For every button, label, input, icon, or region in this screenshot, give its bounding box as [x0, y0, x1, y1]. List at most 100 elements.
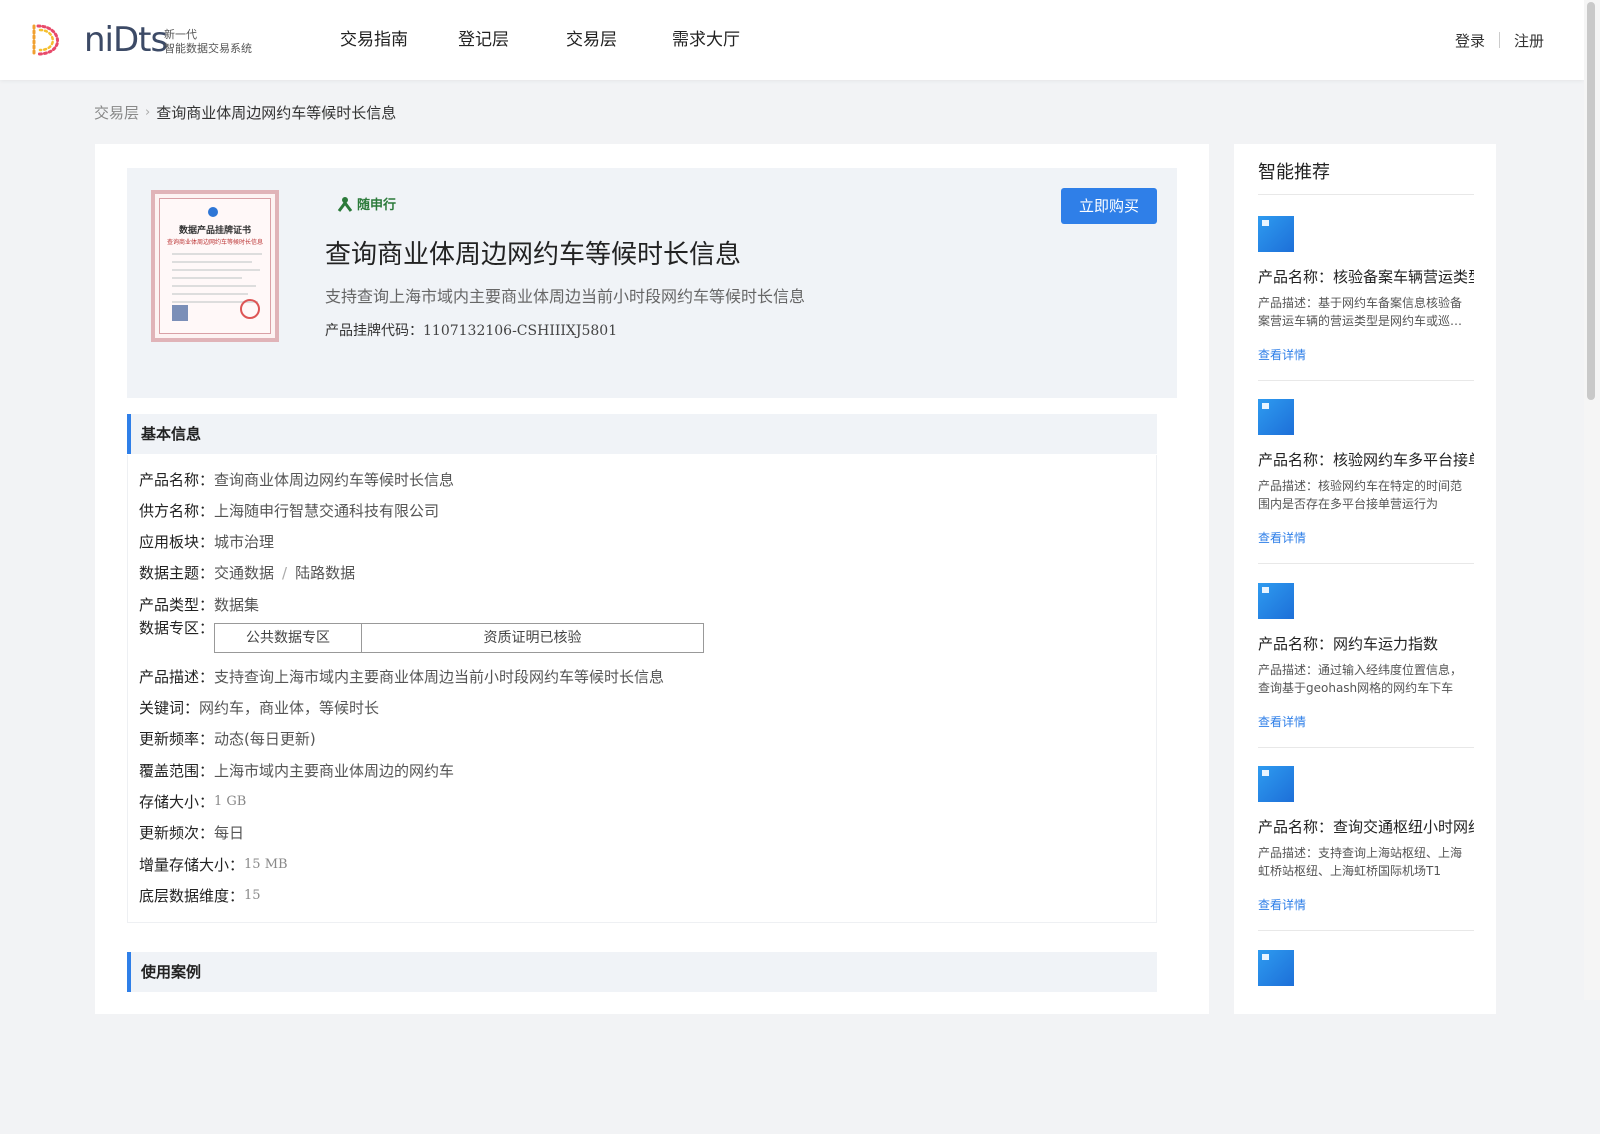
info-row-label: 产品描述： [139, 668, 215, 686]
info-row-value: 查询商业体周边网约车等候时长信息 [214, 471, 455, 489]
recommendation-name: 产品名称：网约车运力指数 [1258, 635, 1439, 653]
sidebar-divider [1258, 194, 1474, 195]
basic-info-header: 基本信息 [127, 414, 1157, 454]
register-link[interactable]: 注册 [1514, 30, 1544, 51]
sidebar-title: 智能推荐 [1258, 162, 1330, 183]
info-row-label: 供方名称： [139, 502, 215, 520]
logo-sub-line-1: 新一代 [164, 28, 197, 41]
view-details-link[interactable]: 查看详情 [1258, 896, 1306, 913]
nav-trading-layer[interactable]: 交易层 [566, 0, 672, 80]
recommendation-item[interactable]: 产品名称：查询交通枢纽小时网约车产品描述：支持查询上海站枢纽、上海虹桥站枢纽、上… [1258, 766, 1474, 950]
certificate-title: 数据产品挂牌证书 [178, 226, 251, 236]
certificate-image[interactable]: 数据产品挂牌证书 查询商业体周边网约车等候时长信息 [151, 190, 279, 342]
product-code: 产品挂牌代码：1107132106-CSHIIIXJ5801 [325, 320, 617, 340]
recommendation-item[interactable]: 产品名称：核验网约车多平台接单行为产品描述：核验网约车在特定的时间范围内是否存在… [1258, 399, 1474, 583]
info-row: 产品类型： 数据集 [139, 594, 259, 615]
info-row-label: 更新频率： [139, 730, 215, 748]
recommendation-sidebar: 智能推荐 产品名称：核验备案车辆营运类型 产品描述：基于网约车备案信息核验备案营运… [1234, 144, 1496, 1014]
recommendation-divider [1258, 747, 1474, 748]
info-row-value: 数据集 [214, 596, 260, 614]
separator: / [282, 563, 288, 582]
info-row-label: 产品名称： [139, 471, 215, 489]
view-details-link[interactable]: 查看详情 [1258, 529, 1306, 546]
main-nav: 交易指南 登记层 交易层 需求大厅 [340, 0, 772, 80]
info-row: 增量存储大小： 15 MB [139, 854, 288, 875]
view-details-link[interactable]: 查看详情 [1258, 346, 1306, 363]
info-row-label: 应用板块： [139, 533, 215, 551]
nav-trade-guide[interactable]: 交易指南 [340, 0, 458, 80]
info-row-value: 支持查询上海市域内主要商业体周边当前小时段网约车等候时长信息 [214, 668, 665, 686]
info-row: 供方名称： 上海随申行智慧交通科技有限公司 [139, 500, 439, 521]
info-row-label: 产品类型： [139, 596, 215, 614]
info-row: 产品名称： 查询商业体周边网约车等候时长信息 [139, 469, 454, 490]
supplier-brand: 随申行 [337, 194, 396, 213]
recommendation-item[interactable] [1258, 950, 1474, 1134]
breadcrumb: 交易层 › 查询商业体周边网约车等候时长信息 [94, 102, 396, 123]
info-row: 更新频率： 动态(每日更新) [139, 728, 316, 749]
auth-divider [1498, 32, 1500, 48]
basic-info-title: 基本信息 [141, 425, 202, 443]
nav-demand-hall[interactable]: 需求大厅 [672, 0, 772, 80]
info-row-value: 15 [244, 888, 261, 903]
info-row-value: 每日 [214, 824, 245, 842]
recommendation-divider [1258, 930, 1474, 931]
logo-wordmark: niDts [84, 20, 168, 60]
view-details-link[interactable]: 查看详情 [1258, 713, 1306, 730]
recommendation-description: 产品描述：基于网约车备案信息核验备案营运车辆的营运类型是网约车或巡… [1258, 296, 1463, 328]
logo-subtitle: 新一代 智能数据交易系统 [164, 28, 252, 56]
buy-now-button[interactable]: 立即购买 [1061, 188, 1157, 224]
product-thumbnail[interactable] [1258, 216, 1294, 252]
info-row-label: 数据主题： [139, 564, 215, 582]
recommendation-item[interactable]: 产品名称：核验备案车辆营运类型 产品描述：基于网约车备案信息核验备案营运车辆的营运… [1258, 216, 1474, 400]
breadcrumb-current: 查询商业体周边网约车等候时长信息 [156, 104, 397, 122]
breadcrumb-parent[interactable]: 交易层 [94, 102, 139, 123]
product-thumbnail[interactable] [1258, 766, 1294, 802]
info-row-value: 网约车，商业体，等候时长 [199, 699, 380, 717]
nav-registration-layer[interactable]: 登记层 [458, 0, 566, 80]
info-row: 产品描述： 支持查询上海市域内主要商业体周边当前小时段网约车等候时长信息 [139, 666, 664, 687]
info-row-value: 上海市域内主要商业体周边的网约车 [214, 762, 455, 780]
logo-d-icon [32, 24, 59, 56]
product-description: 支持查询上海市域内主要商业体周边当前小时段网约车等候时长信息 [325, 287, 806, 306]
recommendation-divider [1258, 563, 1474, 564]
qr-code-icon [172, 305, 188, 321]
login-link[interactable]: 登录 [1455, 30, 1485, 51]
brand-person-icon [337, 196, 353, 212]
auth-links: 登录 注册 [1455, 0, 1544, 80]
info-row-value: 上海随申行智慧交通科技有限公司 [214, 502, 440, 520]
info-row-value: 陆路数据 [295, 564, 356, 582]
seal-icon [240, 299, 260, 319]
info-row-value: 动态(每日更新) [214, 730, 316, 748]
recommendation-item[interactable]: 产品名称：网约车运力指数产品描述：通过输入经纬度位置信息，查询基于geohash… [1258, 583, 1474, 767]
info-row: 数据主题： 交通数据 / 陆路数据 [139, 562, 355, 583]
info-row-value: 1 GB [214, 794, 247, 809]
top-header: niDts 新一代 智能数据交易系统 交易指南 登记层 交易层 需求大厅 登录 … [0, 0, 1584, 80]
recommendation-description: 产品描述：支持查询上海站枢纽、上海虹桥站枢纽、上海虹桥国际机场T1枢… [1258, 846, 1463, 878]
info-row: 存储大小： 1 GB [139, 791, 246, 812]
product-thumbnail[interactable] [1258, 950, 1294, 986]
info-row-label: 存储大小： [139, 793, 215, 811]
scrollbar-thumb[interactable] [1587, 2, 1595, 400]
info-row: 关键词： 网约车，商业体，等候时长 [139, 697, 379, 718]
info-row-label: 覆盖范围： [139, 762, 215, 780]
certificate-subtitle: 查询商业体周边网约车等候时长信息 [166, 239, 263, 246]
data-zone-tag: 公共数据专区 [246, 630, 331, 646]
data-zone-tag: 资质证明已核验 [361, 624, 703, 652]
product-code-value: 1107132106-CSHIIIXJ5801 [423, 323, 618, 339]
product-thumbnail[interactable] [1258, 399, 1294, 435]
cert-logo-icon [208, 207, 218, 217]
site-logo[interactable]: niDts 新一代 智能数据交易系统 [28, 20, 268, 60]
chevron-right-icon: › [145, 105, 151, 120]
info-row: 应用板块： 城市治理 [139, 531, 274, 552]
product-code-label: 产品挂牌代码： [325, 323, 423, 339]
info-row-label: 更新频次： [139, 824, 215, 842]
data-zone-tags: 公共数据专区 资质证明已核验 [214, 623, 705, 653]
product-thumbnail[interactable] [1258, 583, 1294, 619]
recommendation-description: 产品描述：核验网约车在特定的时间范围内是否存在多平台接单营运行为 [1258, 479, 1463, 511]
page-scrollbar[interactable] [1584, 0, 1600, 1000]
recommendation-description: 产品描述：通过输入经纬度位置信息，查询基于geohash网格的网约车下车完… [1258, 663, 1463, 695]
product-title: 查询商业体周边网约车等候时长信息 [325, 240, 742, 270]
usage-cases-header: 使用案例 [127, 952, 1157, 992]
logo-sub-line-2: 智能数据交易系统 [164, 42, 252, 55]
info-row-label: 数据专区： [139, 619, 215, 637]
